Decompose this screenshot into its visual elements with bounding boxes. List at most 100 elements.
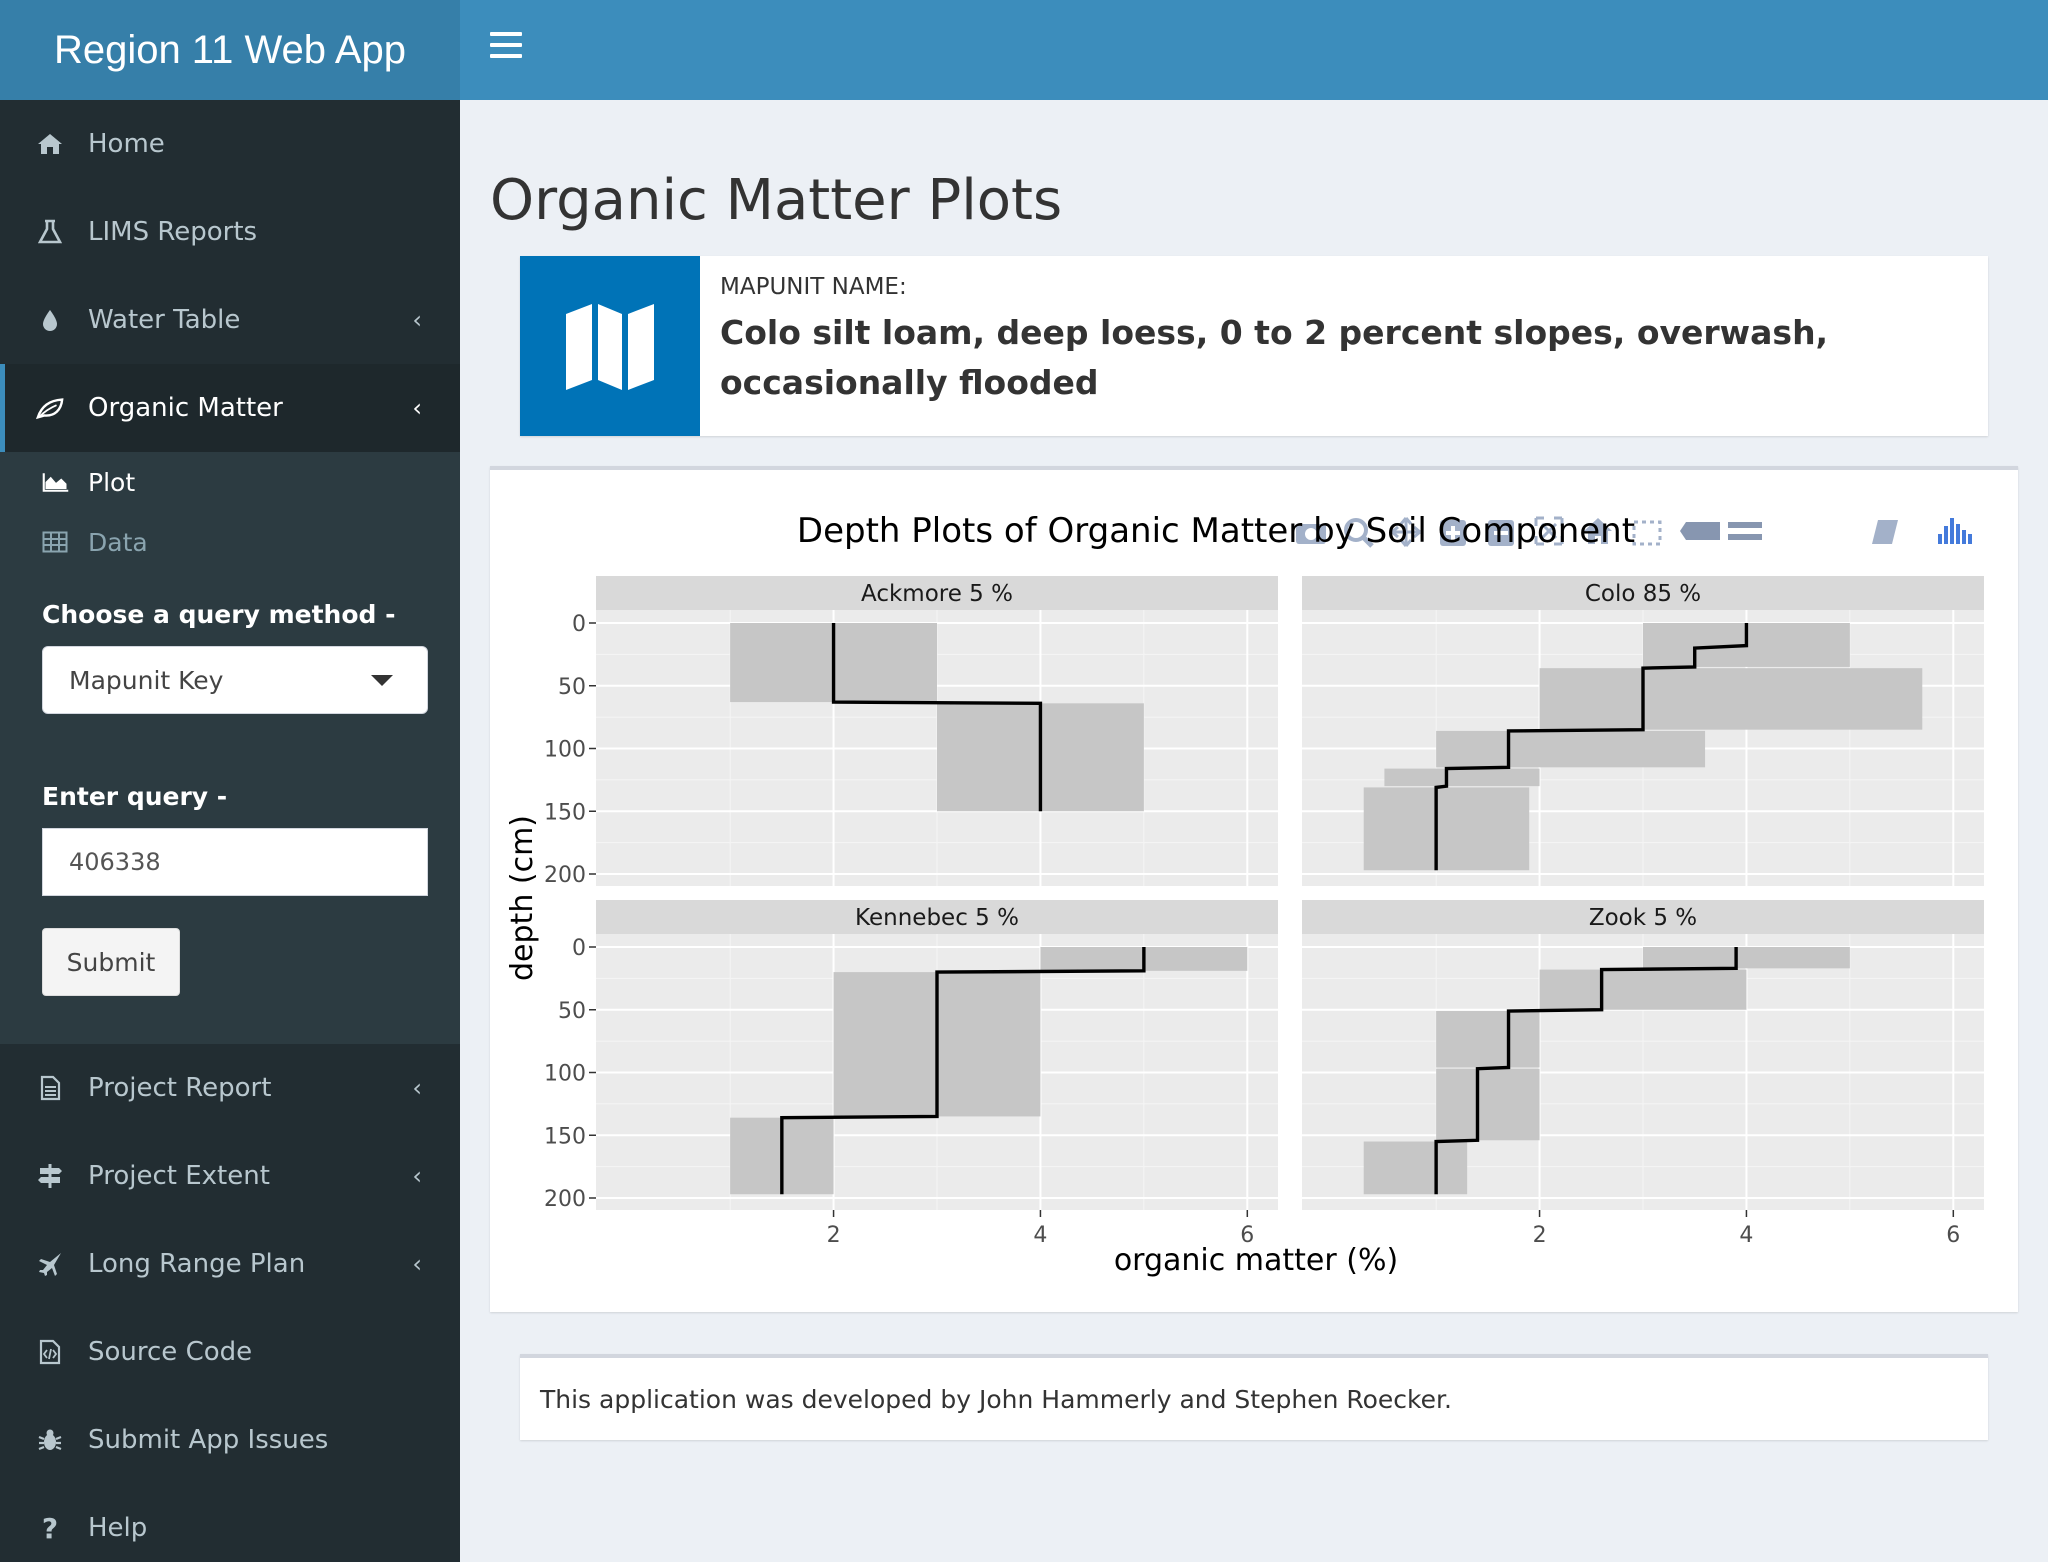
depth-plot-chart[interactable]: Depth Plots of Organic Matter by Soil Co… (490, 470, 2018, 1312)
table-icon (42, 531, 70, 553)
sidebar-item-long-range-plan[interactable]: Long Range Plan ‹ (0, 1220, 460, 1308)
facet-panel: Ackmore 5 % 0 50 100 150 200 (544, 576, 1278, 888)
question-icon: ? (41, 1511, 59, 1545)
y-tick-label: 0 (572, 612, 586, 637)
uncertainty-band (1436, 1011, 1540, 1068)
submit-button[interactable]: Submit (42, 928, 180, 996)
sidebar-item-label: Project Report (88, 1073, 272, 1103)
query-input[interactable] (42, 828, 428, 896)
plotly-logo-icon[interactable] (1938, 518, 1972, 544)
select-icon[interactable] (1632, 520, 1662, 546)
x-axis-label: organic matter (%) (1114, 1243, 1398, 1278)
sidebar-item-submit-app-issues[interactable]: Submit App Issues (0, 1396, 460, 1484)
sidebar-item-label: Help (88, 1513, 148, 1543)
uncertainty-band (1539, 969, 1747, 1010)
y-axis-label: depth (cm) (505, 815, 540, 981)
edit-plot-icon[interactable] (1872, 520, 1898, 544)
facet-strip-label: Zook 5 % (1589, 905, 1697, 931)
sidebar-toggle-icon[interactable] (490, 32, 522, 68)
plane-icon (36, 1250, 64, 1278)
query-label: Enter query - (42, 782, 228, 811)
facet-panel: Zook 5 % 2 4 6 (1302, 900, 1984, 1248)
uncertainty-band (1539, 668, 1923, 730)
bug-icon (36, 1426, 64, 1454)
file-text-icon (36, 1074, 64, 1102)
sidebar-item-label: Source Code (88, 1337, 253, 1367)
sidebar-item-water-table[interactable]: Water Table ‹ (0, 276, 460, 364)
x-tick-label: 4 (1033, 1223, 1047, 1248)
sidebar-item-lims-reports[interactable]: LIMS Reports (0, 188, 460, 276)
x-tick-label: 2 (1533, 1223, 1547, 1248)
sidebar-item-help[interactable]: ? Help (0, 1484, 460, 1562)
mapunit-name-label: MAPUNIT NAME: (720, 274, 907, 300)
uncertainty-band (1363, 1141, 1468, 1195)
facet-strip-label: Kennebec 5 % (855, 905, 1019, 931)
area-chart-icon (42, 470, 70, 494)
page-title: Organic Matter Plots (490, 168, 1063, 233)
sidebar-item-source-code[interactable]: Source Code (0, 1308, 460, 1396)
hover-closest-icon[interactable] (1680, 522, 1720, 540)
organic-matter-submenu: Plot Data Choose a query method - Mapuni… (0, 452, 460, 1044)
sidebar-item-project-extent[interactable]: Project Extent ‹ (0, 1132, 460, 1220)
signpost-icon (36, 1162, 64, 1190)
y-tick-label: 100 (544, 738, 586, 763)
chevron-left-icon: ‹ (412, 1074, 422, 1102)
submenu-item-data[interactable]: Data (0, 512, 460, 572)
top-navbar (460, 0, 2048, 100)
chart-title: Depth Plots of Organic Matter by Soil Co… (797, 511, 1635, 551)
sidebar-item-project-report[interactable]: Project Report ‹ (0, 1044, 460, 1132)
uncertainty-band (1436, 730, 1706, 768)
map-icon (520, 256, 700, 436)
y-tick-label: 200 (544, 863, 586, 888)
tint-icon (36, 306, 64, 334)
x-tick-label: 6 (1946, 1223, 1960, 1248)
home-icon (36, 130, 64, 158)
facet-strip-label: Colo 85 % (1585, 581, 1701, 607)
sidebar-item-label: Organic Matter (88, 393, 283, 423)
footer-credits: This application was developed by John H… (520, 1354, 1988, 1440)
y-tick-label: 150 (544, 1124, 586, 1149)
facet-panels: Ackmore 5 % 0 50 100 150 200 Colo 85 % Kennebec… (544, 576, 1984, 1248)
uncertainty-band (1436, 1068, 1540, 1141)
plot-box: Depth Plots of Organic Matter by Soil Co… (490, 466, 2018, 1312)
y-tick-label: 0 (572, 936, 586, 961)
y-tick-label: 200 (544, 1187, 586, 1212)
facet-panel: Kennebec 5 %0501001502002 4 6 (544, 900, 1278, 1248)
y-tick-label: 50 (558, 675, 586, 700)
mapunit-name-value: Colo silt loam, deep loess, 0 to 2 perce… (720, 313, 1829, 402)
x-tick-label: 2 (827, 1223, 841, 1248)
y-tick-label: 100 (544, 1062, 586, 1087)
query-method-value: Mapunit Key (69, 665, 224, 695)
facet-strip-label: Ackmore 5 % (861, 581, 1013, 607)
y-tick-label: 150 (544, 800, 586, 825)
app-title[interactable]: Region 11 Web App (0, 0, 460, 100)
sidebar-item-label: Water Table (88, 305, 241, 335)
query-method-select[interactable]: Mapunit Key (42, 646, 428, 714)
sidebar-item-home[interactable]: Home (0, 100, 460, 188)
sidebar-item-label: Submit App Issues (88, 1425, 329, 1455)
sidebar: Home LIMS Reports Water Table ‹ Organic … (0, 100, 460, 1562)
query-method-label: Choose a query method - (42, 600, 396, 629)
leaf-icon (36, 394, 64, 422)
chevron-left-icon: ‹ (412, 1162, 422, 1190)
submenu-item-label: Plot (88, 467, 136, 497)
chevron-left-icon: ‹ (412, 306, 422, 334)
flask-icon (36, 218, 64, 246)
caret-down-icon (371, 675, 393, 686)
sidebar-item-label: LIMS Reports (88, 217, 258, 247)
facet-panel: Colo 85 % (1302, 576, 1984, 886)
mapunit-info-box: MAPUNIT NAME: Colo silt loam, deep loess… (520, 256, 1988, 436)
uncertainty-band (1363, 787, 1530, 871)
uncertainty-band (1384, 768, 1540, 787)
chevron-left-icon: ‹ (412, 394, 422, 422)
y-tick-label: 50 (558, 999, 586, 1024)
sidebar-item-label: Home (88, 129, 165, 159)
sidebar-item-label: Long Range Plan (88, 1249, 306, 1279)
code-file-icon (36, 1338, 64, 1366)
hover-compare-icon[interactable] (1728, 522, 1762, 540)
submenu-item-plot[interactable]: Plot (0, 452, 460, 512)
uncertainty-band (1643, 947, 1850, 969)
submenu-item-label: Data (88, 527, 148, 557)
sidebar-item-label: Project Extent (88, 1161, 270, 1191)
sidebar-item-organic-matter[interactable]: Organic Matter ‹ (0, 364, 460, 452)
